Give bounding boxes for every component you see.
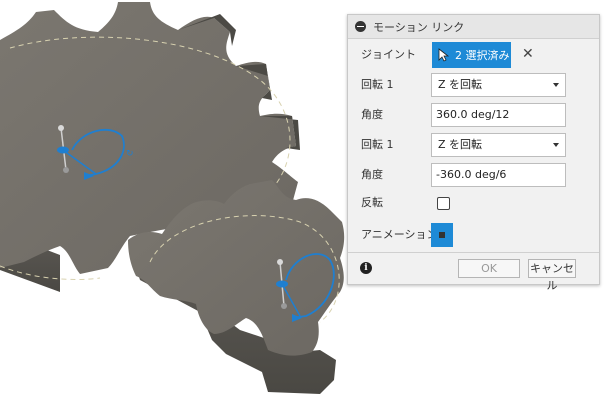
- dialog-footer: i OK キャンセル: [348, 252, 599, 292]
- joint-selection-button[interactable]: 2 選択済み: [432, 42, 511, 68]
- joint-rotation-label: ↻: [126, 149, 134, 159]
- rotation1-select[interactable]: Z を回転: [431, 73, 566, 97]
- dialog-title: モーション リンク: [373, 20, 465, 34]
- chevron-down-icon: [553, 83, 559, 87]
- animation-label: アニメーション: [361, 228, 438, 241]
- angle2-input[interactable]: -360.0 deg/6: [431, 163, 566, 187]
- selection-count-label: 2 選択済み: [455, 49, 510, 62]
- rotation2-label: 回転 1: [361, 138, 394, 151]
- reverse-checkbox[interactable]: [437, 197, 450, 210]
- angle1-label: 角度: [361, 108, 383, 121]
- reverse-label: 反転: [361, 196, 383, 209]
- cursor-icon: [438, 48, 450, 62]
- joint-axis-end: [281, 303, 287, 309]
- joint-axis-end: [58, 125, 64, 131]
- chevron-down-icon: [553, 143, 559, 147]
- collapse-icon[interactable]: [355, 21, 366, 32]
- angle2-label: 角度: [361, 168, 383, 181]
- joint-axis-end: [277, 259, 283, 265]
- rotation1-value: Z を回転: [438, 78, 483, 91]
- rotation1-label: 回転 1: [361, 78, 394, 91]
- stop-icon: [439, 232, 445, 238]
- close-icon[interactable]: ✕: [522, 46, 534, 62]
- dialog-header[interactable]: モーション リンク: [348, 15, 599, 39]
- joint-axis-end: [63, 167, 69, 173]
- rotation2-select[interactable]: Z を回転: [431, 133, 566, 157]
- rotation2-value: Z を回転: [438, 138, 483, 151]
- info-icon[interactable]: i: [360, 262, 372, 274]
- angle1-input[interactable]: 360.0 deg/12: [431, 103, 566, 127]
- animation-button[interactable]: [431, 223, 453, 247]
- joint-label: ジョイント: [361, 48, 416, 61]
- ok-button[interactable]: OK: [458, 259, 520, 278]
- cancel-button[interactable]: キャンセル: [528, 259, 576, 292]
- motion-link-dialog: モーション リンク ジョイント 2 選択済み ✕ 回転 1 Z を回転 角度 3…: [347, 14, 600, 292]
